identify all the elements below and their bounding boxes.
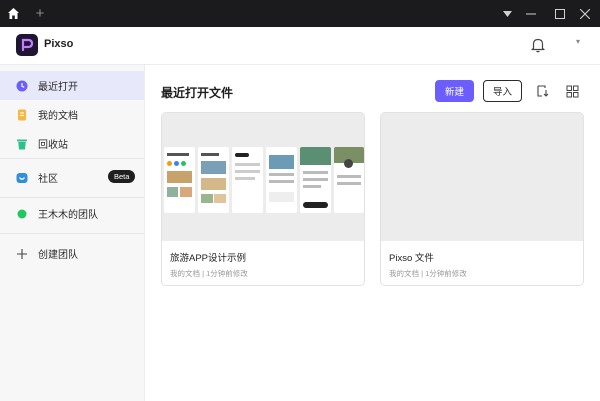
file-thumbnail — [162, 113, 364, 241]
grid-icon — [566, 85, 578, 97]
clock-icon — [16, 80, 28, 92]
app-screen-thumbnail — [334, 147, 364, 213]
sidebar-divider — [0, 158, 144, 159]
sidebar-item-label: 创建团队 — [38, 250, 78, 261]
document-icon — [16, 109, 28, 121]
brand-name: Pixso — [44, 38, 74, 50]
app-screen-thumbnail — [198, 147, 229, 213]
sidebar-item-community[interactable]: 社区 Beta — [0, 163, 144, 192]
sidebar-item-label: 社区 — [38, 174, 58, 185]
app-screen-thumbnail — [164, 147, 195, 213]
maximize-icon — [555, 8, 565, 19]
sidebar-item-label: 最近打开 — [38, 82, 78, 93]
new-file-button[interactable]: 新建 — [435, 80, 474, 102]
file-name: 旅游APP设计示例 — [170, 253, 247, 264]
minimize-button[interactable] — [516, 0, 546, 27]
app-screen-thumbnail — [300, 147, 331, 213]
home-icon — [8, 8, 19, 19]
close-icon — [580, 8, 590, 19]
sidebar-item-trash[interactable]: 回收站 — [0, 129, 144, 158]
sidebar-item-my-docs[interactable]: 我的文档 — [0, 100, 144, 129]
main-content: 最近打开文件 新建 导入 旅游APP设计示例 我的文档 | 1分钟前修改 Pix… — [145, 65, 600, 401]
file-name: Pixso 文件 — [389, 253, 434, 264]
sidebar: 最近打开 我的文档 回收站 社区 Beta 王木木的团队 创建团队 — [0, 65, 145, 401]
sidebar-divider — [0, 233, 144, 234]
community-icon — [16, 172, 28, 184]
team-dot-icon — [16, 208, 28, 220]
home-tab[interactable] — [0, 0, 27, 27]
sidebar-divider — [0, 197, 144, 198]
trash-icon — [16, 138, 28, 150]
minimize-icon — [526, 13, 536, 14]
plus-icon — [16, 248, 28, 260]
window-titlebar: + — [0, 0, 600, 27]
sidebar-item-label: 回收站 — [38, 140, 68, 151]
file-card[interactable]: Pixso 文件 我的文档 | 1分钟前修改 — [380, 112, 584, 286]
file-meta: 我的文档 | 1分钟前修改 — [170, 269, 248, 278]
app-header: Pixso ▾ — [0, 27, 600, 65]
logo-mark-icon — [21, 38, 34, 52]
sort-button[interactable] — [533, 81, 553, 101]
file-meta: 我的文档 | 1分钟前修改 — [389, 269, 467, 278]
pixso-logo — [16, 34, 38, 56]
file-thumbnail — [381, 113, 583, 241]
app-screen-thumbnail — [232, 147, 263, 213]
caret-down-icon — [502, 10, 512, 17]
sidebar-item-recent[interactable]: 最近打开 — [0, 71, 144, 100]
sort-icon — [537, 85, 549, 97]
new-tab-button[interactable]: + — [32, 0, 48, 27]
sidebar-item-team[interactable]: 王木木的团队 — [0, 199, 144, 228]
beta-badge: Beta — [108, 170, 136, 183]
notification-button[interactable] — [529, 36, 547, 54]
account-menu-caret[interactable]: ▾ — [576, 37, 580, 46]
import-button[interactable]: 导入 — [483, 80, 522, 102]
page-title: 最近打开文件 — [161, 86, 234, 100]
sidebar-item-label: 王木木的团队 — [38, 210, 98, 221]
app-screen-thumbnail — [266, 147, 297, 213]
close-button[interactable] — [570, 0, 600, 27]
sidebar-item-create-team[interactable]: 创建团队 — [0, 239, 144, 268]
file-card[interactable]: 旅游APP设计示例 我的文档 | 1分钟前修改 — [161, 112, 365, 286]
sidebar-item-label: 我的文档 — [38, 111, 78, 122]
grid-view-button[interactable] — [562, 81, 582, 101]
bell-icon — [531, 38, 545, 53]
